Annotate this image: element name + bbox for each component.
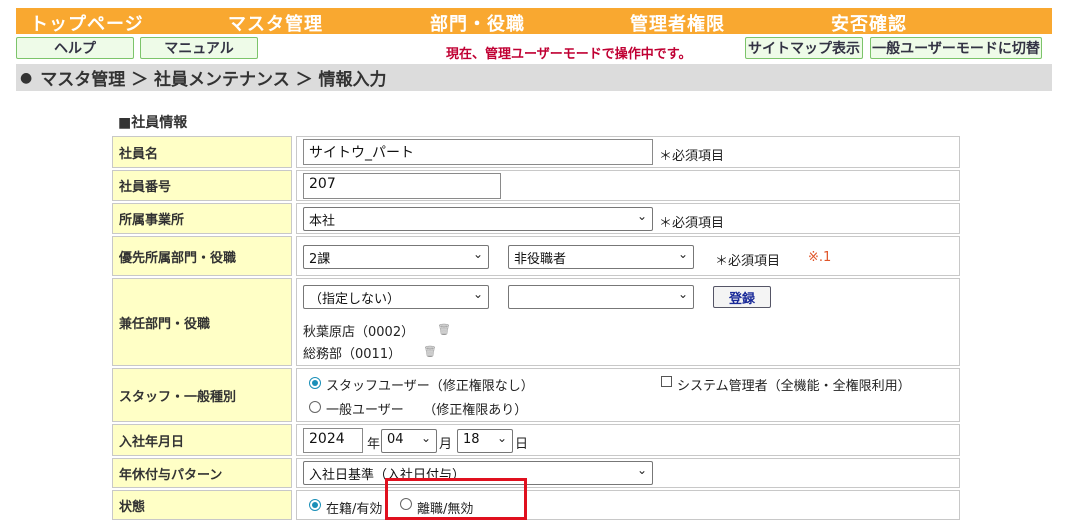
employee-number-input[interactable]: 207 bbox=[303, 173, 501, 199]
concurrent-entry: 秋葉原店（0002） bbox=[303, 325, 415, 340]
concurrent-dept-value: （指定しない） bbox=[309, 292, 401, 307]
sysadmin-label[interactable]: システム管理者（全機能・全権限利用） bbox=[677, 375, 911, 394]
nav-master[interactable]: マスタ管理 bbox=[228, 10, 323, 36]
trash-icon[interactable]: 🗑 bbox=[437, 323, 451, 336]
manual-button[interactable]: マニュアル bbox=[140, 37, 258, 59]
required-mark: ＊必須項目 bbox=[715, 254, 781, 269]
concurrent-dept-select[interactable]: （指定しない） ⌄ bbox=[303, 285, 489, 309]
section-title: ■社員情報 bbox=[118, 115, 188, 131]
year-unit: 年 bbox=[367, 437, 381, 452]
row-concurrent-dept: 兼任部門・役職 （指定しない） ⌄ ⌄ 登録 秋葉原店（0002） 🗑 総務部（… bbox=[112, 278, 960, 366]
general-user-radio[interactable] bbox=[309, 401, 321, 413]
nav-dept-position[interactable]: 部門・役職 bbox=[430, 10, 525, 36]
chevron-down-icon: ⌄ bbox=[636, 463, 647, 477]
breadcrumb: ● マスタ管理 ＞ 社員メンテナンス ＞ 情報入力 bbox=[16, 64, 1052, 91]
hire-day-value: 18 bbox=[463, 432, 480, 447]
hire-day-select[interactable]: 18 ⌄ bbox=[457, 429, 513, 453]
primary-dept-value: 2課 bbox=[309, 252, 331, 267]
primary-position-value: 非役職者 bbox=[514, 252, 567, 267]
chevron-down-icon: ⌄ bbox=[472, 287, 483, 301]
row-hire-date: 入社年月日 2024 年 04 ⌄ 月 18 ⌄ 日 bbox=[112, 424, 960, 456]
nav-admin-rights[interactable]: 管理者権限 bbox=[630, 10, 725, 36]
label-office: 所属事業所 bbox=[112, 203, 292, 234]
chevron-down-icon: ⌄ bbox=[472, 247, 483, 261]
switch-mode-button[interactable]: 一般ユーザーモードに切替 bbox=[870, 37, 1042, 59]
sitemap-button[interactable]: サイトマップ表示 bbox=[745, 37, 863, 59]
label-staff-type: スタッフ・一般種別 bbox=[112, 368, 292, 422]
hire-month-select[interactable]: 04 ⌄ bbox=[381, 429, 437, 453]
help-button[interactable]: ヘルプ bbox=[16, 37, 134, 59]
employee-name-input[interactable]: サイトウ_パート bbox=[303, 139, 653, 165]
office-select-value: 本社 bbox=[309, 214, 336, 229]
day-unit: 日 bbox=[515, 437, 529, 452]
nav-safety[interactable]: 安否確認 bbox=[831, 10, 907, 36]
hire-year-input[interactable]: 2024 bbox=[303, 428, 363, 453]
row-status: 状態 在籍/有効 離職/無効 bbox=[112, 490, 960, 520]
chevron-down-icon: ⌄ bbox=[496, 431, 507, 445]
office-select[interactable]: 本社 ⌄ bbox=[303, 207, 653, 231]
label-employee-number: 社員番号 bbox=[112, 170, 292, 201]
row-employee-number: 社員番号 207 bbox=[112, 170, 960, 201]
sysadmin-checkbox[interactable] bbox=[661, 376, 672, 387]
label-employee-name: 社員名 bbox=[112, 136, 292, 168]
note-mark[interactable]: ※.1 bbox=[808, 250, 831, 265]
primary-dept-select[interactable]: 2課 ⌄ bbox=[303, 245, 489, 269]
status-active-radio[interactable] bbox=[309, 499, 321, 511]
required-mark: ＊必須項目 bbox=[659, 216, 725, 231]
row-office: 所属事業所 本社 ⌄ ＊必須項目 bbox=[112, 203, 960, 234]
label-status: 状態 bbox=[112, 490, 292, 520]
chevron-down-icon: ⌄ bbox=[677, 247, 688, 261]
sub-toolbar: ヘルプ マニュアル 現在、管理ユーザーモードで操作中です。 サイトマップ表示 一… bbox=[16, 37, 1052, 62]
top-nav: トップページ マスタ管理 部門・役職 管理者権限 安否確認 bbox=[16, 8, 1052, 36]
chevron-down-icon: ⌄ bbox=[677, 287, 688, 301]
label-primary-dept: 優先所属部門・役職 bbox=[112, 236, 292, 276]
chevron-down-icon: ⌄ bbox=[636, 209, 647, 223]
highlight-box bbox=[385, 478, 527, 520]
nav-top-page[interactable]: トップページ bbox=[30, 10, 144, 36]
hire-month-value: 04 bbox=[387, 432, 404, 447]
chevron-down-icon: ⌄ bbox=[420, 431, 431, 445]
concurrent-entry: 総務部（0011） bbox=[303, 347, 402, 362]
label-hire-date: 入社年月日 bbox=[112, 424, 292, 456]
bullet-icon: ● bbox=[20, 69, 33, 86]
label-concurrent-dept: 兼任部門・役職 bbox=[112, 278, 292, 366]
concurrent-position-select[interactable]: ⌄ bbox=[508, 285, 694, 309]
staff-user-label[interactable]: スタッフユーザー（修正権限なし） bbox=[326, 375, 534, 394]
trash-icon[interactable]: 🗑 bbox=[423, 345, 437, 358]
breadcrumb-text: マスタ管理 ＞ 社員メンテナンス ＞ 情報入力 bbox=[40, 70, 387, 90]
mode-status-text: 現在、管理ユーザーモードで操作中です。 bbox=[446, 47, 692, 62]
row-primary-dept: 優先所属部門・役職 2課 ⌄ 非役職者 ⌄ ＊必須項目 ※.1 bbox=[112, 236, 960, 276]
status-active-label[interactable]: 在籍/有効 bbox=[326, 498, 382, 517]
row-employee-name: 社員名 サイトウ_パート ＊必須項目 bbox=[112, 136, 960, 168]
register-button[interactable]: 登録 bbox=[713, 286, 771, 308]
general-user-label[interactable]: 一般ユーザー （修正権限あり） bbox=[326, 399, 527, 418]
label-leave-pattern: 年休付与パターン bbox=[112, 458, 292, 488]
row-leave-pattern: 年休付与パターン 入社日基準（入社日付与） ⌄ bbox=[112, 458, 960, 488]
month-unit: 月 bbox=[439, 437, 453, 452]
required-mark: ＊必須項目 bbox=[659, 149, 725, 164]
staff-user-radio[interactable] bbox=[309, 377, 321, 389]
primary-position-select[interactable]: 非役職者 ⌄ bbox=[508, 245, 694, 269]
row-staff-type: スタッフ・一般種別 スタッフユーザー（修正権限なし） システム管理者（全機能・全… bbox=[112, 368, 960, 422]
